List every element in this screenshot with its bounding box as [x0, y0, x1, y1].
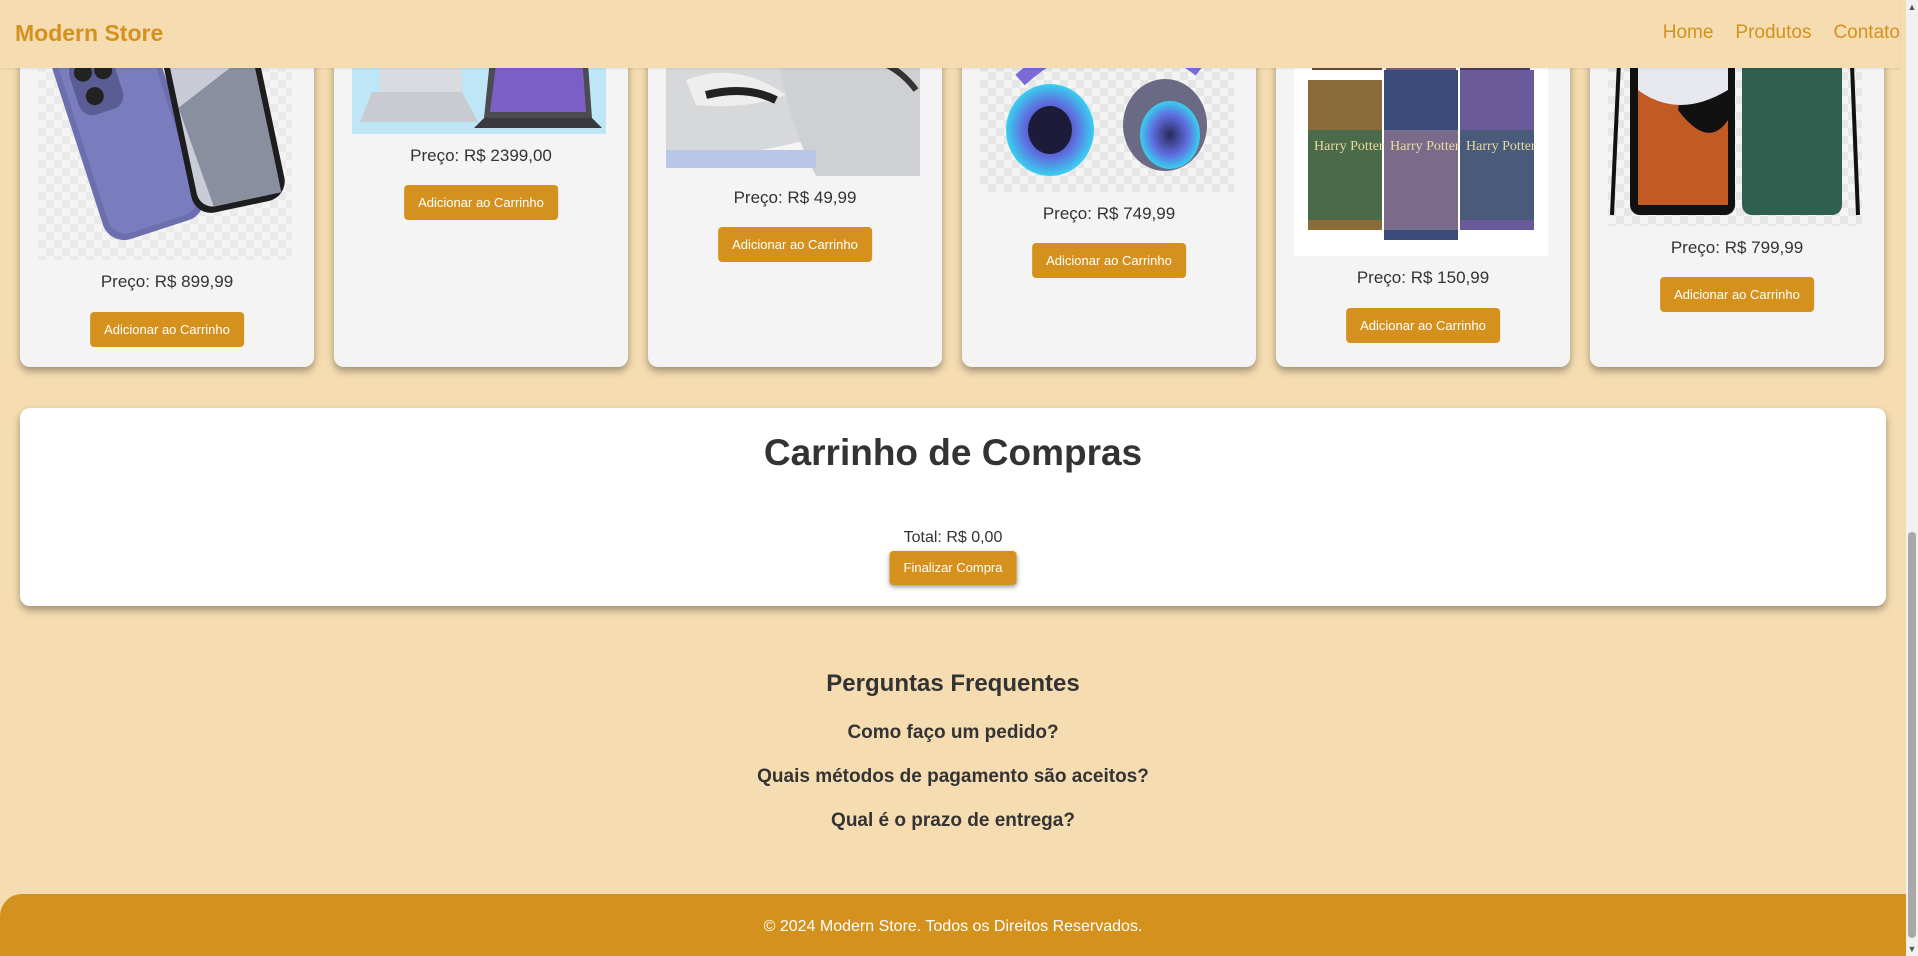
main-nav: Home Produtos Contato: [1663, 22, 1900, 44]
site-footer: © 2024 Modern Store. Todos os Direitos R…: [0, 894, 1906, 956]
add-to-cart-button[interactable]: Adicionar ao Carrinho: [90, 312, 244, 347]
product-price: Preço: R$ 899,99: [100, 272, 234, 291]
nav-produtos-link[interactable]: Produtos: [1735, 22, 1811, 44]
scroll-up-icon[interactable]: ▲: [1906, 0, 1918, 14]
product-price: Preço: R$ 799,99: [1670, 238, 1804, 257]
nav-contato-link[interactable]: Contato: [1833, 22, 1900, 44]
svg-text:Harry Potter: Harry Potter: [1314, 139, 1384, 154]
page-scrollbar[interactable]: ▲ ▼: [1906, 0, 1918, 956]
site-header: Modern Store Home Produtos Contato: [0, 0, 1900, 68]
svg-text:Harry Potter: Harry Potter: [1466, 139, 1536, 154]
add-to-cart-button[interactable]: Adicionar ao Carrinho: [1346, 308, 1500, 343]
product-price: Preço: R$ 49,99: [733, 188, 857, 207]
shopping-cart: Carrinho de Compras Total: R$ 0,00 Final…: [20, 408, 1886, 606]
faq-title: Perguntas Frequentes: [826, 670, 1080, 697]
product-price: Preço: R$ 150,99: [1356, 268, 1490, 287]
add-to-cart-button[interactable]: Adicionar ao Carrinho: [404, 185, 558, 220]
faq-question[interactable]: Quais métodos de pagamento são aceitos?: [0, 766, 1906, 788]
faq-section: Perguntas Frequentes Como faço um pedido…: [0, 670, 1906, 832]
scrollbar-thumb[interactable]: [1908, 532, 1916, 938]
add-to-cart-button[interactable]: Adicionar ao Carrinho: [1660, 277, 1814, 312]
product-price: Preço: R$ 2399,00: [410, 146, 552, 165]
add-to-cart-button[interactable]: Adicionar ao Carrinho: [1032, 243, 1186, 278]
add-to-cart-button[interactable]: Adicionar ao Carrinho: [718, 227, 872, 262]
cart-title: Carrinho de Compras: [763, 432, 1143, 473]
product-price: Preço: R$ 749,99: [1042, 204, 1176, 223]
footer-copyright: © 2024 Modern Store. Todos os Direitos R…: [763, 918, 1143, 935]
checkout-button[interactable]: Finalizar Compra: [889, 551, 1017, 585]
site-logo[interactable]: Modern Store: [15, 20, 163, 47]
faq-question[interactable]: Como faço um pedido?: [0, 722, 1906, 744]
nav-home-link[interactable]: Home: [1663, 22, 1714, 44]
svg-text:Harry Potter: Harry Potter: [1390, 139, 1460, 154]
faq-question[interactable]: Qual é o prazo de entrega?: [0, 810, 1906, 832]
scroll-down-icon[interactable]: ▼: [1906, 942, 1918, 956]
cart-total: Total: R$ 0,00: [903, 529, 1003, 546]
